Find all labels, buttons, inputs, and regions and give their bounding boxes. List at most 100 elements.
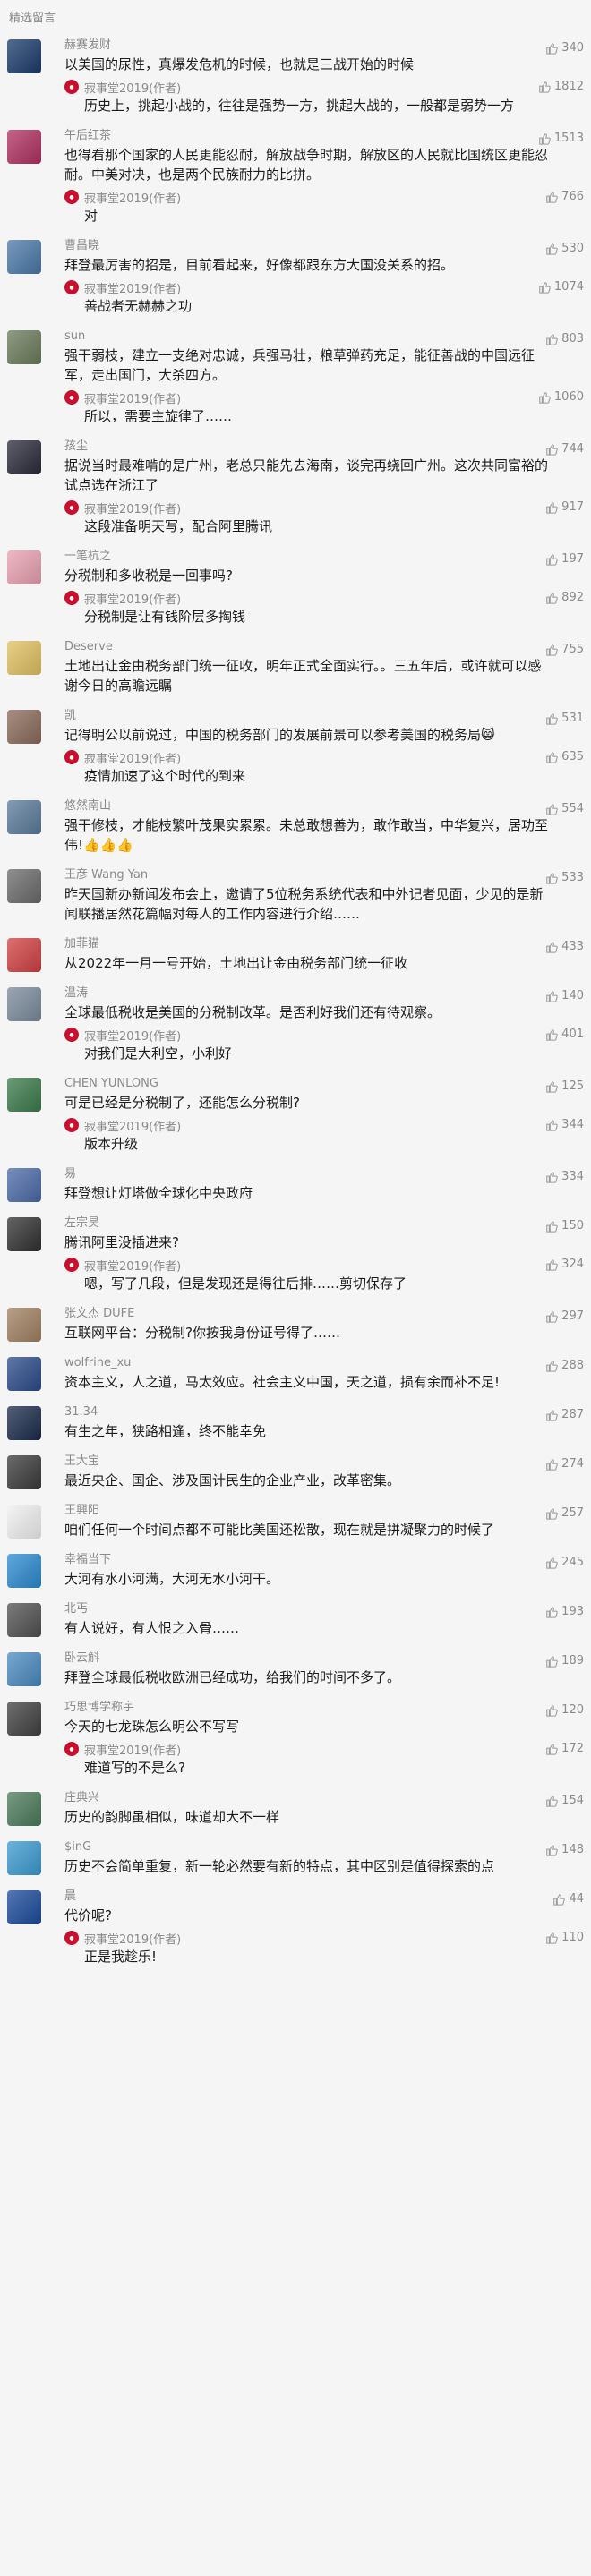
- commenter-name[interactable]: 王興阳: [64, 1503, 552, 1519]
- like-button[interactable]: 125: [545, 1079, 584, 1093]
- like-button[interactable]: 274: [545, 1457, 584, 1471]
- like-button[interactable]: 803: [545, 332, 584, 345]
- commenter-name[interactable]: 一笔杭之: [64, 549, 552, 565]
- like-button[interactable]: 755: [545, 643, 584, 656]
- commenter-name[interactable]: 加菲猫: [64, 936, 552, 952]
- like-button[interactable]: 433: [545, 940, 584, 953]
- reply-like-button[interactable]: 401: [545, 1028, 584, 1041]
- avatar[interactable]: [7, 1841, 41, 1875]
- commenter-name[interactable]: 凯: [64, 708, 552, 724]
- reply-author-name[interactable]: 寂事堂2019(作者): [84, 1741, 181, 1758]
- avatar[interactable]: [7, 800, 41, 834]
- like-button[interactable]: 533: [545, 871, 584, 884]
- avatar[interactable]: [7, 39, 41, 73]
- commenter-name[interactable]: 王彦 Wang Yan: [64, 867, 552, 883]
- avatar[interactable]: [7, 1554, 41, 1588]
- avatar[interactable]: [7, 1455, 41, 1489]
- commenter-name[interactable]: 王大宝: [64, 1454, 552, 1470]
- reply-like-button[interactable]: 324: [545, 1258, 584, 1271]
- avatar[interactable]: [7, 1652, 41, 1686]
- reply-like-button[interactable]: 344: [545, 1118, 584, 1131]
- avatar[interactable]: [7, 987, 41, 1021]
- commenter-name[interactable]: 晨: [64, 1889, 552, 1905]
- commenter-name[interactable]: 巧思博学称宇: [64, 1700, 552, 1716]
- commenter-name[interactable]: $inG: [64, 1839, 552, 1855]
- commenter-name[interactable]: 北丐: [64, 1601, 552, 1617]
- reply-author-name[interactable]: 寂事堂2019(作者): [84, 590, 181, 607]
- like-button[interactable]: 297: [545, 1309, 584, 1323]
- avatar[interactable]: [7, 1890, 41, 1924]
- avatar[interactable]: [7, 1168, 41, 1202]
- reply-author-name[interactable]: 寂事堂2019(作者): [84, 749, 181, 766]
- avatar[interactable]: [7, 1078, 41, 1112]
- reply-like-button[interactable]: 766: [545, 190, 584, 203]
- reply-like-button[interactable]: 892: [545, 591, 584, 604]
- like-button[interactable]: 154: [545, 1794, 584, 1807]
- reply-like-button[interactable]: 917: [545, 500, 584, 514]
- commenter-name[interactable]: 左宗昊: [64, 1215, 552, 1232]
- reply-like-button[interactable]: 1812: [538, 80, 584, 93]
- like-button[interactable]: 531: [545, 712, 584, 725]
- avatar[interactable]: [7, 330, 41, 364]
- like-button[interactable]: 44: [552, 1892, 584, 1906]
- commenter-name[interactable]: 孩尘: [64, 439, 552, 455]
- commenter-name[interactable]: sun: [64, 328, 552, 345]
- avatar[interactable]: [7, 240, 41, 274]
- commenter-name[interactable]: 张文杰 DUFE: [64, 1306, 552, 1322]
- like-button[interactable]: 530: [545, 242, 584, 255]
- commenter-name[interactable]: 午后红茶: [64, 128, 552, 144]
- avatar[interactable]: [7, 440, 41, 474]
- avatar[interactable]: [7, 1406, 41, 1440]
- commenter-name[interactable]: Deserve: [64, 639, 552, 655]
- avatar[interactable]: [7, 1217, 41, 1251]
- reply-author-name[interactable]: 寂事堂2019(作者): [84, 499, 181, 516]
- avatar[interactable]: [7, 1603, 41, 1637]
- avatar[interactable]: [7, 130, 41, 164]
- reply-like-button[interactable]: 110: [545, 1931, 584, 1944]
- avatar[interactable]: [7, 550, 41, 584]
- commenter-name[interactable]: 31.34: [64, 1404, 552, 1420]
- reply-like-button[interactable]: 635: [545, 750, 584, 763]
- avatar[interactable]: [7, 1357, 41, 1391]
- reply-like-button[interactable]: 1060: [538, 390, 584, 404]
- avatar[interactable]: [7, 1792, 41, 1826]
- like-button[interactable]: 148: [545, 1843, 584, 1856]
- reply-author-name[interactable]: 寂事堂2019(作者): [84, 1117, 181, 1134]
- reply-author-name[interactable]: 寂事堂2019(作者): [84, 279, 181, 296]
- avatar[interactable]: [7, 1505, 41, 1539]
- commenter-name[interactable]: 卧云斛: [64, 1651, 552, 1667]
- like-button[interactable]: 554: [545, 802, 584, 815]
- avatar[interactable]: [7, 1308, 41, 1342]
- avatar[interactable]: [7, 641, 41, 675]
- like-button[interactable]: 193: [545, 1605, 584, 1618]
- like-button[interactable]: 287: [545, 1408, 584, 1421]
- like-button[interactable]: 1513: [538, 132, 584, 145]
- like-button[interactable]: 245: [545, 1556, 584, 1569]
- like-button[interactable]: 288: [545, 1359, 584, 1372]
- like-button[interactable]: 150: [545, 1219, 584, 1233]
- reply-author-name[interactable]: 寂事堂2019(作者): [84, 1027, 181, 1044]
- commenter-name[interactable]: 赫赛发财: [64, 38, 552, 54]
- avatar[interactable]: [7, 869, 41, 903]
- avatar[interactable]: [7, 1702, 41, 1736]
- commenter-name[interactable]: 易: [64, 1166, 552, 1182]
- like-button[interactable]: 334: [545, 1170, 584, 1183]
- reply-author-name[interactable]: 寂事堂2019(作者): [84, 79, 181, 96]
- commenter-name[interactable]: 曹昌晓: [64, 238, 552, 254]
- commenter-name[interactable]: 幸福当下: [64, 1552, 552, 1568]
- like-button[interactable]: 140: [545, 989, 584, 1002]
- like-button[interactable]: 257: [545, 1506, 584, 1520]
- reply-like-button[interactable]: 1074: [538, 280, 584, 294]
- like-button[interactable]: 189: [545, 1654, 584, 1668]
- commenter-name[interactable]: 温涛: [64, 985, 552, 1002]
- reply-like-button[interactable]: 172: [545, 1742, 584, 1755]
- like-button[interactable]: 340: [545, 41, 584, 55]
- like-button[interactable]: 744: [545, 442, 584, 456]
- like-button[interactable]: 120: [545, 1703, 584, 1717]
- avatar[interactable]: [7, 710, 41, 744]
- commenter-name[interactable]: wolfrine_xu: [64, 1355, 552, 1371]
- commenter-name[interactable]: CHEN YUNLONG: [64, 1076, 552, 1092]
- commenter-name[interactable]: 庄典兴: [64, 1790, 552, 1806]
- reply-author-name[interactable]: 寂事堂2019(作者): [84, 1257, 181, 1274]
- commenter-name[interactable]: 悠然南山: [64, 798, 552, 815]
